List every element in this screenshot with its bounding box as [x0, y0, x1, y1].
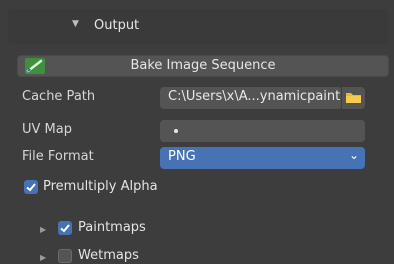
premultiply-alpha-label: Premultiply Alpha [43, 179, 158, 194]
cache-path-field[interactable]: C:\Users\x\A...ynamicpaint [160, 87, 342, 109]
chevron-down-icon: ⌄ [348, 148, 359, 162]
panel-title: Output [94, 18, 140, 33]
bake-button-label: Bake Image Sequence [130, 58, 276, 73]
uv-map-field[interactable] [160, 120, 365, 142]
triangle-down-icon: ▼ [72, 19, 79, 29]
bake-image-sequence-button[interactable]: Bake Image Sequence [17, 55, 389, 77]
dynamic-paint-output-panel: ▼ Output Bake Image Sequence Cache Path … [0, 0, 394, 264]
premultiply-alpha-checkbox[interactable] [24, 180, 38, 194]
file-format-label: File Format [22, 149, 94, 164]
cache-path-label: Cache Path [22, 89, 96, 104]
file-format-value: PNG [168, 149, 196, 164]
checkmark-icon [60, 224, 70, 233]
triangle-right-icon[interactable]: ▶ [40, 253, 46, 262]
paintmaps-label: Paintmaps [78, 220, 146, 235]
uv-map-label: UV Map [22, 122, 72, 137]
checkmark-icon [26, 183, 36, 192]
wetmaps-label: Wetmaps [78, 248, 139, 263]
cache-path-value: C:\Users\x\A...ynamicpaint [168, 89, 341, 104]
paintmaps-checkbox[interactable] [58, 221, 72, 235]
output-panel-header[interactable]: ▼ Output [8, 9, 388, 44]
folder-icon [346, 93, 361, 103]
uv-map-empty-indicator [174, 129, 178, 133]
file-format-select[interactable]: PNG ⌄ [160, 147, 365, 169]
wetmaps-checkbox[interactable] [58, 249, 72, 263]
browse-folder-button[interactable] [341, 87, 365, 109]
triangle-right-icon[interactable]: ▶ [40, 225, 46, 234]
